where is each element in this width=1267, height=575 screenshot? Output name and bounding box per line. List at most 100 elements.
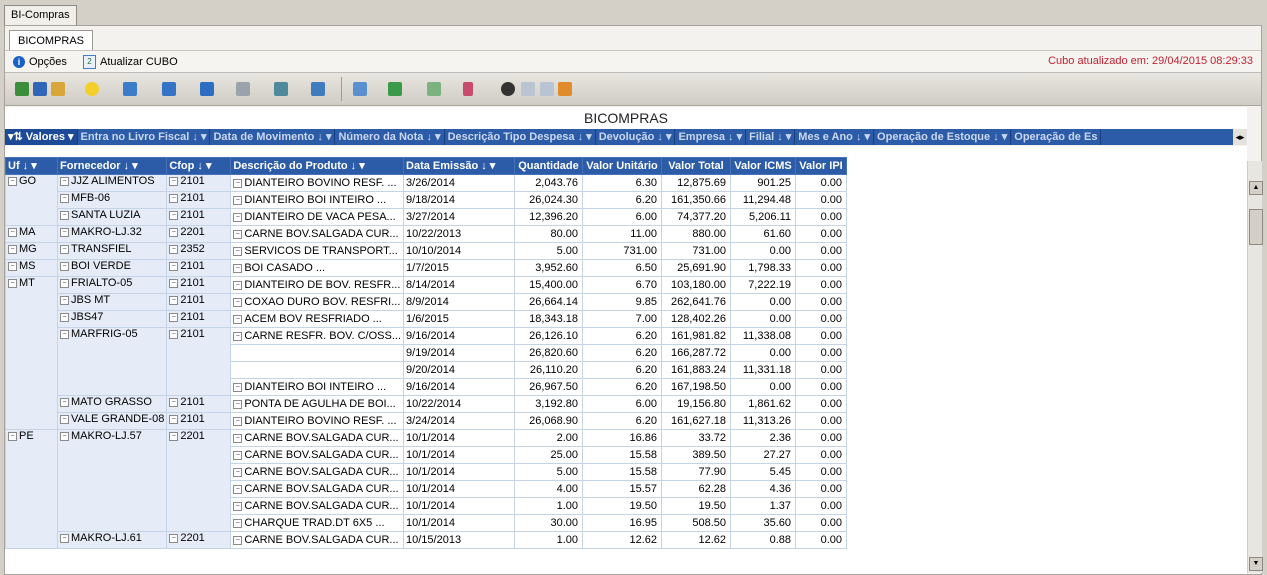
cell-icms[interactable]: 11,338.08 bbox=[730, 327, 797, 345]
row-header-uf[interactable]: − MA bbox=[5, 225, 58, 243]
cell-vt[interactable]: 262,641.76 bbox=[661, 293, 732, 311]
cell-qtd[interactable]: 15,400.00 bbox=[514, 276, 584, 294]
cell-icms[interactable]: 35.60 bbox=[730, 514, 797, 532]
row-header-cfop[interactable]: −2101 bbox=[166, 208, 232, 226]
collapse-icon[interactable]: − bbox=[233, 535, 243, 545]
filter-field[interactable]: Filial ↓ ▾ bbox=[746, 129, 796, 145]
row-header-forn[interactable]: − MATO GRASSO bbox=[56, 395, 168, 413]
cell-data[interactable]: 9/16/2014 bbox=[403, 378, 516, 396]
view-icon[interactable] bbox=[501, 82, 515, 96]
cell-icms[interactable]: 7,222.19 bbox=[730, 276, 797, 294]
filter-field[interactable]: Número da Nota ↓ ▾ bbox=[335, 129, 445, 145]
cell-icms[interactable]: 4.36 bbox=[730, 480, 797, 498]
row-header-cfop[interactable]: −2101 bbox=[166, 259, 232, 277]
cell-vu[interactable]: 15.57 bbox=[582, 480, 663, 498]
header-fornecedor[interactable]: Fornecedor ↓ ▾ bbox=[56, 157, 168, 175]
cell-vu[interactable]: 9.85 bbox=[582, 293, 663, 311]
collapse-icon[interactable]: − bbox=[8, 227, 17, 237]
collapse-icon[interactable]: − bbox=[169, 414, 179, 424]
cell-vt[interactable]: 19,156.80 bbox=[661, 395, 732, 413]
cell-data[interactable]: 3/27/2014 bbox=[403, 208, 516, 226]
cell-data[interactable]: 9/19/2014 bbox=[403, 344, 516, 362]
filter-field[interactable]: Descrição Tipo Despesa ↓ ▾ bbox=[445, 129, 596, 145]
header-data-emissao[interactable]: Data Emissão ↓ ▾ bbox=[403, 157, 516, 175]
save-layout-icon[interactable] bbox=[162, 82, 176, 96]
collapse-icon[interactable]: − bbox=[169, 244, 179, 254]
cell-vt[interactable]: 389.50 bbox=[661, 446, 732, 464]
filter-icon[interactable] bbox=[463, 82, 473, 96]
collapse-icon[interactable]: − bbox=[233, 246, 243, 256]
cell-produto[interactable]: − CARNE BOV.SALGADA CUR... bbox=[230, 531, 405, 549]
row-header-uf[interactable]: − PE bbox=[5, 429, 58, 549]
cell-ipi[interactable]: 0.00 bbox=[795, 293, 848, 311]
cell-data[interactable]: 1/7/2015 bbox=[403, 259, 516, 277]
row-header-cfop[interactable]: −2201 bbox=[166, 429, 232, 532]
cell-data[interactable]: 10/1/2014 bbox=[403, 514, 516, 532]
cell-vt[interactable]: 880.00 bbox=[661, 225, 732, 243]
cell-data[interactable]: 10/10/2014 bbox=[403, 242, 516, 260]
cell-data[interactable]: 10/1/2014 bbox=[403, 480, 516, 498]
row-header-cfop[interactable]: −2101 bbox=[166, 191, 232, 209]
cell-icms[interactable]: 11,331.18 bbox=[730, 361, 797, 379]
row-header-cfop[interactable]: −2101 bbox=[166, 293, 232, 311]
cell-qtd[interactable]: 26,110.20 bbox=[514, 361, 584, 379]
cell-vt[interactable]: 12,875.69 bbox=[661, 174, 732, 192]
collapse-icon[interactable]: − bbox=[8, 431, 17, 441]
cell-vt[interactable]: 77.90 bbox=[661, 463, 732, 481]
collapse-icon[interactable]: − bbox=[169, 295, 179, 305]
refresh-icon[interactable] bbox=[353, 82, 367, 96]
header-valor-total[interactable]: Valor Total bbox=[661, 157, 732, 175]
collapse-icon[interactable]: − bbox=[60, 533, 69, 543]
cell-produto[interactable] bbox=[230, 361, 405, 379]
cell-ipi[interactable]: 0.00 bbox=[795, 378, 848, 396]
cell-qtd[interactable]: 26,820.60 bbox=[514, 344, 584, 362]
row-header-forn[interactable]: − FRIALTO-05 bbox=[56, 276, 168, 294]
collapse-icon[interactable]: − bbox=[60, 193, 69, 203]
collapse-icon[interactable]: − bbox=[233, 314, 243, 324]
cell-qtd[interactable]: 26,126.10 bbox=[514, 327, 584, 345]
cell-ipi[interactable]: 0.00 bbox=[795, 480, 848, 498]
cell-icms[interactable]: 61.60 bbox=[730, 225, 797, 243]
header-valor-unitario[interactable]: Valor Unitário bbox=[582, 157, 663, 175]
cell-produto[interactable]: − DIANTEIRO BOI INTEIRO ... bbox=[230, 378, 405, 396]
collapse-icon[interactable]: − bbox=[169, 210, 179, 220]
cell-data[interactable]: 8/9/2014 bbox=[403, 293, 516, 311]
row-header-forn[interactable]: − JBS47 bbox=[56, 310, 168, 328]
collapse-icon[interactable]: − bbox=[233, 195, 243, 205]
collapse-icon[interactable]: − bbox=[60, 278, 69, 288]
row-header-uf[interactable]: − MS bbox=[5, 259, 58, 277]
row-header-cfop[interactable]: −2101 bbox=[166, 327, 232, 396]
cell-ipi[interactable]: 0.00 bbox=[795, 208, 848, 226]
cell-icms[interactable]: 0.00 bbox=[730, 242, 797, 260]
cell-data[interactable]: 3/26/2014 bbox=[403, 174, 516, 192]
cell-vt[interactable]: 62.28 bbox=[661, 480, 732, 498]
cell-vu[interactable]: 7.00 bbox=[582, 310, 663, 328]
cell-icms[interactable]: 0.00 bbox=[730, 310, 797, 328]
row-header-forn[interactable]: − BOI VERDE bbox=[56, 259, 168, 277]
cell-data[interactable]: 10/1/2014 bbox=[403, 463, 516, 481]
cell-vu[interactable]: 19.50 bbox=[582, 497, 663, 515]
cell-vu[interactable]: 11.00 bbox=[582, 225, 663, 243]
cell-data[interactable]: 1/6/2015 bbox=[403, 310, 516, 328]
collapse-icon[interactable]: − bbox=[169, 278, 179, 288]
header-quantidade[interactable]: Quantidade bbox=[514, 157, 584, 175]
collapse-icon[interactable]: − bbox=[8, 244, 17, 254]
cell-ipi[interactable]: 0.00 bbox=[795, 310, 848, 328]
collapse-icon[interactable]: − bbox=[169, 533, 179, 543]
new-icon[interactable] bbox=[15, 82, 29, 96]
cell-icms[interactable]: 2.36 bbox=[730, 429, 797, 447]
grid-icon[interactable] bbox=[521, 82, 535, 96]
cell-icms[interactable]: 1,861.62 bbox=[730, 395, 797, 413]
cell-produto[interactable]: − BOI CASADO ... bbox=[230, 259, 405, 277]
row-header-forn[interactable]: − VALE GRANDE-08 bbox=[56, 412, 168, 430]
star-icon[interactable] bbox=[85, 82, 99, 96]
cell-produto[interactable]: − ACEM BOV RESFRIADO ... bbox=[230, 310, 405, 328]
cell-vt[interactable]: 508.50 bbox=[661, 514, 732, 532]
scroll-down-icon[interactable]: ▼ bbox=[1249, 557, 1263, 571]
cell-icms[interactable]: 0.88 bbox=[730, 531, 797, 549]
cell-data[interactable]: 10/22/2014 bbox=[403, 395, 516, 413]
row-header-forn[interactable]: − MAKRO-LJ.57 bbox=[56, 429, 168, 532]
cell-vu[interactable]: 6.20 bbox=[582, 327, 663, 345]
collapse-icon[interactable]: − bbox=[169, 176, 179, 186]
collapse-icon[interactable]: − bbox=[169, 431, 179, 441]
